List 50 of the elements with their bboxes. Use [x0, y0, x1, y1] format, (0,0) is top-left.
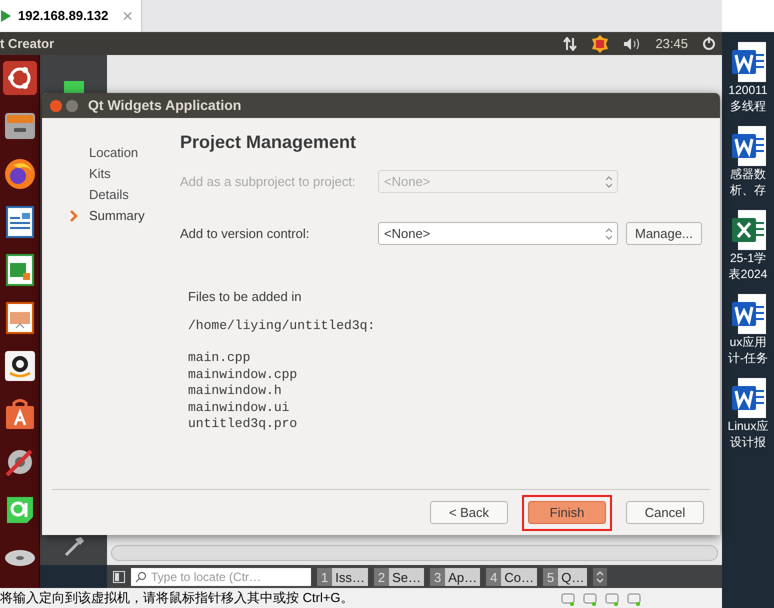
- wizard-step: Location: [89, 142, 138, 162]
- files-intro: Files to be added in: [188, 288, 302, 306]
- close-window-button[interactable]: [50, 100, 62, 112]
- document-file-icon[interactable]: [730, 42, 766, 82]
- network-arrows-icon[interactable]: [563, 36, 578, 50]
- document-file-icon[interactable]: [730, 294, 766, 334]
- search-icon: [135, 570, 147, 582]
- desktop-file[interactable]: Linux应 设计报: [722, 378, 774, 450]
- vm-play-icon: [0, 9, 12, 23]
- file-name: mainwindow.cpp: [188, 366, 298, 383]
- top-panel: t Creator 23:45: [0, 32, 722, 55]
- wizard-step: Details: [89, 184, 129, 204]
- file-name: mainwindow.h: [188, 383, 283, 400]
- browser-tab[interactable]: 192.168.89.132 ×: [0, 0, 142, 32]
- up-down-arrows-icon: [606, 176, 612, 188]
- field-label: Add as a subproject to project:: [180, 172, 357, 191]
- file-name: main.cpp: [188, 350, 252, 366]
- project-path: /home/liying/untitled3q:: [188, 316, 376, 334]
- dropdown-field[interactable]: <None>: [378, 222, 618, 245]
- up-down-arrows-icon: [606, 228, 612, 240]
- dialog-button[interactable]: Cancel: [626, 500, 704, 524]
- locate-field[interactable]: Type to locate (Ctr…: [131, 568, 311, 586]
- manage-button[interactable]: Manage...: [626, 222, 702, 245]
- status-bar: 将输入定向到该虚拟机，请将鼠标指针移入其中或按 Ctrl+G。: [0, 588, 722, 608]
- file-name: untitled3q.pro: [188, 416, 298, 432]
- dialog-button[interactable]: < Back: [430, 500, 508, 524]
- file-name: mainwindow.ui: [188, 400, 290, 416]
- power-icon[interactable]: [702, 36, 716, 50]
- horizontal-scrollbar[interactable]: [111, 545, 718, 561]
- sidebar-toggle-icon[interactable]: [113, 570, 125, 582]
- desktop-file[interactable]: 感器数 析、存: [722, 126, 774, 198]
- wizard-step: Summary: [89, 206, 145, 226]
- page-heading: Project Management: [180, 131, 358, 154]
- volume-icon[interactable]: [623, 36, 642, 50]
- document-file-icon[interactable]: [730, 126, 766, 166]
- ubuntu-logo-icon[interactable]: [2, 61, 36, 95]
- field-label: Add to version control:: [180, 224, 310, 243]
- dialog-button[interactable]: Finish: [528, 500, 606, 524]
- wizard-step: Kits: [89, 164, 111, 184]
- desktop-file[interactable]: 25-1学 表2024: [722, 210, 774, 282]
- up-down-arrows-icon[interactable]: [593, 568, 608, 586]
- desktop-file[interactable]: ux应用 计-任务: [722, 294, 774, 366]
- document-file-icon[interactable]: [730, 378, 766, 418]
- firefox-icon[interactable]: [2, 157, 36, 191]
- clock[interactable]: 23:45: [655, 34, 688, 54]
- desktop-file[interactable]: 120011 多线程: [722, 42, 774, 114]
- dialog-titlebar: Qt Widgets Application: [42, 93, 720, 118]
- hammer-icon[interactable]: [62, 535, 84, 557]
- input-method-icon[interactable]: [591, 34, 610, 52]
- spreadsheet-file-icon[interactable]: [730, 210, 766, 250]
